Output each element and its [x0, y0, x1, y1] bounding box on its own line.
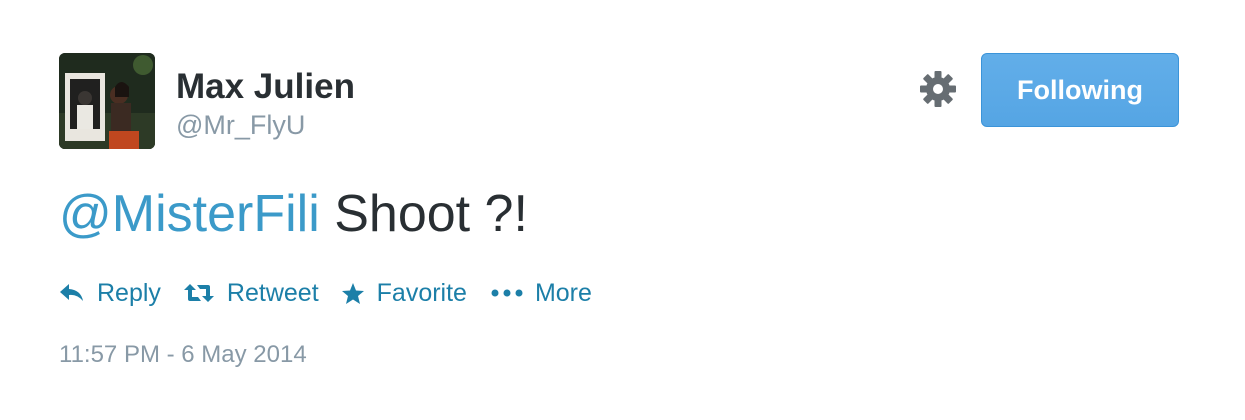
tweet-text: @MisterFili Shoot ?! [59, 183, 528, 245]
more-dots-icon [491, 288, 523, 298]
tweet-mention-link[interactable]: @MisterFili [59, 185, 320, 243]
tweet-actions: Reply Retweet Favorite More [59, 276, 592, 310]
avatar[interactable] [59, 53, 155, 149]
gear-icon[interactable] [918, 69, 958, 109]
retweet-label: Retweet [226, 278, 319, 307]
user-handle[interactable]: @Mr_FlyU [176, 108, 305, 142]
reply-button[interactable]: Reply [59, 279, 161, 308]
reply-icon [59, 282, 85, 304]
avatar-photo [59, 53, 155, 149]
retweet-button[interactable]: Retweet [183, 279, 319, 308]
favorite-button[interactable]: Favorite [341, 279, 467, 308]
user-display-name[interactable]: Max Julien [176, 66, 355, 108]
more-label: More [534, 278, 592, 307]
favorite-label: Favorite [376, 278, 467, 307]
retweet-icon [183, 282, 215, 304]
more-button[interactable]: More [491, 279, 592, 308]
tweet-timestamp[interactable]: 11:57 PM - 6 May 2014 [59, 340, 307, 370]
tweet-body: Shoot ?! [319, 185, 528, 243]
reply-label: Reply [97, 278, 161, 307]
tweet-card: Max Julien @Mr_FlyU Following @MisterFil… [0, 0, 1245, 420]
following-button[interactable]: Following [981, 53, 1179, 127]
star-icon [341, 282, 365, 305]
